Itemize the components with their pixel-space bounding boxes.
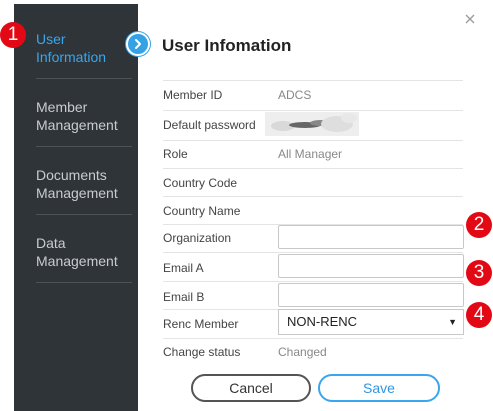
dropdown-caret-icon: ▼ [448, 317, 457, 327]
email-b-label: Email B [163, 290, 205, 304]
member-id-value: ADCS [278, 88, 312, 102]
organization-label: Organization [163, 231, 232, 245]
sidebar-divider [36, 146, 132, 147]
sidebar-divider [36, 282, 132, 283]
divider [163, 140, 463, 141]
member-id-label: Member ID [163, 88, 223, 102]
divider [163, 252, 463, 253]
sidebar-item-label: Data Management [36, 235, 118, 269]
marker-badge: 1 [0, 22, 26, 48]
email-a-input[interactable] [278, 254, 464, 278]
email-b-input[interactable] [278, 283, 464, 307]
save-button[interactable]: Save [318, 374, 440, 402]
renc-member-select[interactable]: NON-RENC ▼ [278, 309, 464, 335]
sidebar-divider [36, 214, 132, 215]
marker-badge: 4 [466, 302, 492, 328]
marker-badge: 3 [466, 260, 492, 286]
divider [163, 168, 463, 169]
sidebar-item-data-management[interactable]: Data Management [14, 234, 138, 300]
divider [163, 338, 463, 339]
default-password-label: Default password [163, 118, 256, 132]
sidebar-item-documents-management[interactable]: Documents Management [14, 166, 138, 232]
renc-member-label: Renc Member [163, 317, 239, 331]
sidebar-item-label: Documents Management [36, 167, 118, 201]
renc-member-selected: NON-RENC [287, 314, 358, 329]
page-title: User Infomation [162, 36, 292, 55]
divider [163, 281, 463, 282]
change-status-label: Change status [163, 345, 241, 359]
divider [163, 110, 463, 111]
sidebar-divider [36, 78, 132, 79]
password-mask-image [265, 112, 359, 136]
sidebar-item-user-information[interactable]: User Information [14, 30, 138, 96]
role-label: Role [163, 147, 188, 161]
marker-badge: 2 [466, 212, 492, 238]
role-value: All Manager [278, 147, 343, 161]
country-code-label: Country Code [163, 176, 238, 190]
divider [163, 196, 463, 197]
sidebar-item-label: User Information [36, 31, 107, 65]
email-a-label: Email A [163, 261, 204, 275]
close-icon[interactable] [463, 12, 477, 26]
cancel-button[interactable]: Cancel [191, 374, 311, 402]
organization-input[interactable] [278, 225, 464, 249]
sidebar-item-member-management[interactable]: Member Management [14, 98, 138, 164]
change-status-value: Changed [278, 345, 327, 359]
chevron-right-icon [126, 32, 150, 56]
divider [163, 80, 463, 81]
country-name-label: Country Name [163, 204, 241, 218]
sidebar-item-label: Member Management [36, 99, 118, 133]
sidebar: User Information Member Management Docum… [14, 4, 138, 411]
